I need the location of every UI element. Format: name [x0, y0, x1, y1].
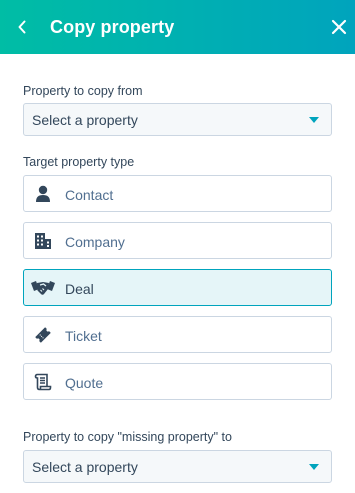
target-option-label: Company — [65, 234, 125, 250]
ticket-icon — [33, 326, 53, 344]
close-button[interactable] — [328, 16, 350, 38]
close-icon — [331, 19, 347, 35]
copy-from-label: Property to copy from — [23, 84, 143, 98]
back-button[interactable] — [12, 16, 32, 38]
target-option-company[interactable]: Company — [23, 222, 332, 259]
quote-icon — [33, 373, 53, 391]
chevron-left-icon — [18, 20, 26, 34]
deal-icon — [31, 279, 55, 297]
target-type-label: Target property type — [23, 155, 135, 169]
panel-header: Copy property — [0, 0, 355, 54]
company-icon — [33, 232, 53, 250]
target-option-deal[interactable]: Deal — [23, 269, 332, 306]
target-option-ticket[interactable]: Ticket — [23, 316, 332, 353]
target-option-quote[interactable]: Quote — [23, 363, 332, 400]
target-option-label: Quote — [65, 375, 104, 391]
target-option-contact[interactable]: Contact — [23, 175, 332, 212]
contact-icon — [33, 185, 53, 203]
missing-property-select[interactable]: Select a property — [23, 450, 332, 483]
missing-property-select-value: Select a property — [32, 459, 138, 475]
panel-title: Copy property — [50, 17, 175, 37]
caret-down-icon — [309, 464, 319, 470]
target-option-label: Deal — [65, 281, 94, 297]
caret-down-icon — [309, 117, 319, 123]
missing-property-label: Property to copy "missing property" to — [23, 430, 232, 444]
target-option-label: Ticket — [65, 328, 102, 344]
copy-from-select[interactable]: Select a property — [23, 103, 332, 136]
target-option-label: Contact — [65, 187, 114, 203]
copy-from-select-value: Select a property — [32, 112, 138, 128]
